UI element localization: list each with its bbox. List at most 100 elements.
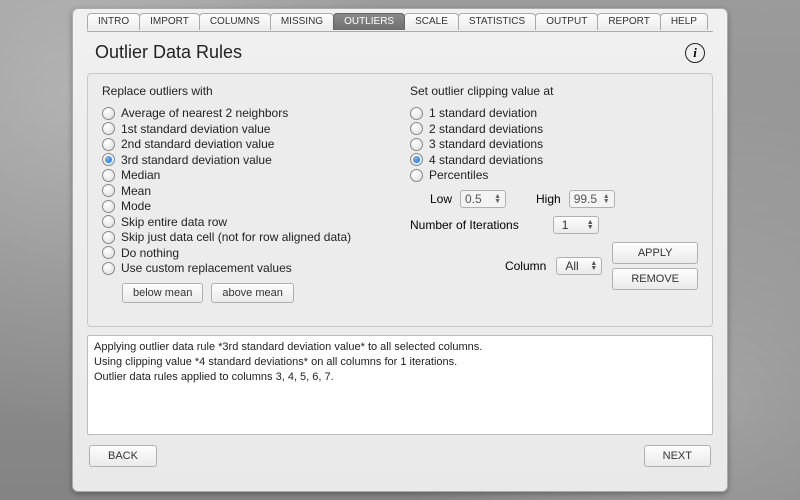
radio-icon [410,169,423,182]
radio-icon [102,184,115,197]
clipping-option[interactable]: 3 standard deviations [410,137,698,151]
replace-option[interactable]: Mean [102,184,390,198]
radio-icon [102,107,115,120]
remove-button[interactable]: REMOVE [612,268,698,290]
chevron-updown-icon: ▲▼ [590,261,597,271]
log-line: Applying outlier data rule *3rd standard… [94,340,706,355]
replace-option[interactable]: Skip just data cell (not for row aligned… [102,230,390,244]
column-label: Column [505,259,546,273]
column-select[interactable]: All ▲▼ [556,257,602,275]
percentile-row: Low 0.5 ▲▼ High 99.5 ▲▼ [430,190,698,208]
tab-scale[interactable]: SCALE [404,13,459,30]
radio-icon [410,138,423,151]
above-mean-button[interactable]: above mean [211,283,294,303]
replace-option-label: 3rd standard deviation value [121,153,272,167]
radio-icon [410,122,423,135]
replace-option[interactable]: Average of nearest 2 neighbors [102,106,390,120]
replace-option[interactable]: Median [102,168,390,182]
tab-statistics[interactable]: STATISTICS [458,13,536,30]
clipping-option-label: 1 standard deviation [429,106,537,120]
replace-group-label: Replace outliers with [102,84,390,98]
log-output[interactable]: Applying outlier data rule *3rd standard… [87,335,713,435]
high-stepper[interactable]: 99.5 ▲▼ [569,190,615,208]
clipping-option-label: 3 standard deviations [429,137,543,151]
tab-output[interactable]: OUTPUT [535,13,598,30]
stepper-arrows-icon: ▲▼ [494,194,501,204]
radio-icon [102,246,115,259]
clipping-option[interactable]: Percentiles [410,168,698,182]
tab-missing[interactable]: MISSING [270,13,334,30]
replace-option-label: 1st standard deviation value [121,122,270,136]
replace-option-label: Median [121,168,160,182]
high-value: 99.5 [574,192,597,206]
clipping-option-label: Percentiles [429,168,488,182]
replace-option[interactable]: 2nd standard deviation value [102,137,390,151]
replace-option-label: Skip just data cell (not for row aligned… [121,230,351,244]
replace-option-label: Mean [121,184,151,198]
iterations-row: Number of Iterations 1 ▲▼ [410,216,698,234]
below-mean-button[interactable]: below mean [122,283,203,303]
form-area: Replace outliers with Average of nearest… [87,73,713,327]
main-panel: INTROIMPORTCOLUMNSMISSINGOUTLIERSSCALEST… [72,8,728,492]
radio-icon [410,153,423,166]
replace-option[interactable]: 3rd standard deviation value [102,153,390,167]
footer-row: BACK NEXT [87,435,713,467]
tab-help[interactable]: HELP [660,13,708,30]
tab-bar: INTROIMPORTCOLUMNSMISSINGOUTLIERSSCALEST… [73,8,727,30]
stepper-arrows-icon: ▲▼ [603,194,610,204]
log-line: Outlier data rules applied to columns 3,… [94,370,706,385]
replace-option[interactable]: Use custom replacement values [102,261,390,275]
header-row: Outlier Data Rules i [87,38,713,73]
radio-icon [102,262,115,275]
low-stepper[interactable]: 0.5 ▲▼ [460,190,506,208]
radio-icon [102,169,115,182]
radio-icon [102,200,115,213]
back-button[interactable]: BACK [89,445,157,467]
action-buttons: APPLY REMOVE [612,242,698,290]
custom-value-buttons: below mean above mean [122,283,390,303]
iterations-select[interactable]: 1 ▲▼ [553,216,599,234]
column-action-row: Column All ▲▼ APPLY REMOVE [410,242,698,290]
iterations-value: 1 [562,218,569,232]
next-button[interactable]: NEXT [644,445,711,467]
tab-intro[interactable]: INTRO [87,13,140,30]
high-label: High [536,192,561,206]
clipping-option-label: 2 standard deviations [429,122,543,136]
replace-group: Replace outliers with Average of nearest… [102,84,390,316]
replace-option-label: Mode [121,199,151,213]
replace-option[interactable]: Mode [102,199,390,213]
clipping-option[interactable]: 4 standard deviations [410,153,698,167]
low-value: 0.5 [465,192,482,206]
clipping-option[interactable]: 1 standard deviation [410,106,698,120]
tab-columns[interactable]: COLUMNS [199,13,271,30]
clipping-group: Set outlier clipping value at 1 standard… [410,84,698,316]
replace-option-label: Do nothing [121,246,179,260]
radio-icon [102,153,115,166]
iterations-label: Number of Iterations [410,218,519,232]
clipping-group-label: Set outlier clipping value at [410,84,698,98]
tab-outliers[interactable]: OUTLIERS [333,13,405,30]
clipping-option-label: 4 standard deviations [429,153,543,167]
replace-option[interactable]: 1st standard deviation value [102,122,390,136]
column-value: All [565,259,578,273]
radio-icon [102,215,115,228]
radio-icon [102,122,115,135]
log-line: Using clipping value *4 standard deviati… [94,355,706,370]
page-title: Outlier Data Rules [95,42,242,63]
tab-import[interactable]: IMPORT [139,13,200,30]
low-label: Low [430,192,452,206]
replace-option-label: Use custom replacement values [121,261,292,275]
chevron-updown-icon: ▲▼ [587,220,594,230]
replace-option-label: Skip entire data row [121,215,227,229]
clipping-option[interactable]: 2 standard deviations [410,122,698,136]
apply-button[interactable]: APPLY [612,242,698,264]
radio-icon [102,231,115,244]
replace-option[interactable]: Skip entire data row [102,215,390,229]
radio-icon [410,107,423,120]
replace-option[interactable]: Do nothing [102,246,390,260]
replace-option-label: Average of nearest 2 neighbors [121,106,288,120]
replace-option-label: 2nd standard deviation value [121,137,274,151]
panel-body: Outlier Data Rules i Replace outliers wi… [87,31,713,467]
tab-report[interactable]: REPORT [597,13,661,30]
info-icon[interactable]: i [685,43,705,63]
